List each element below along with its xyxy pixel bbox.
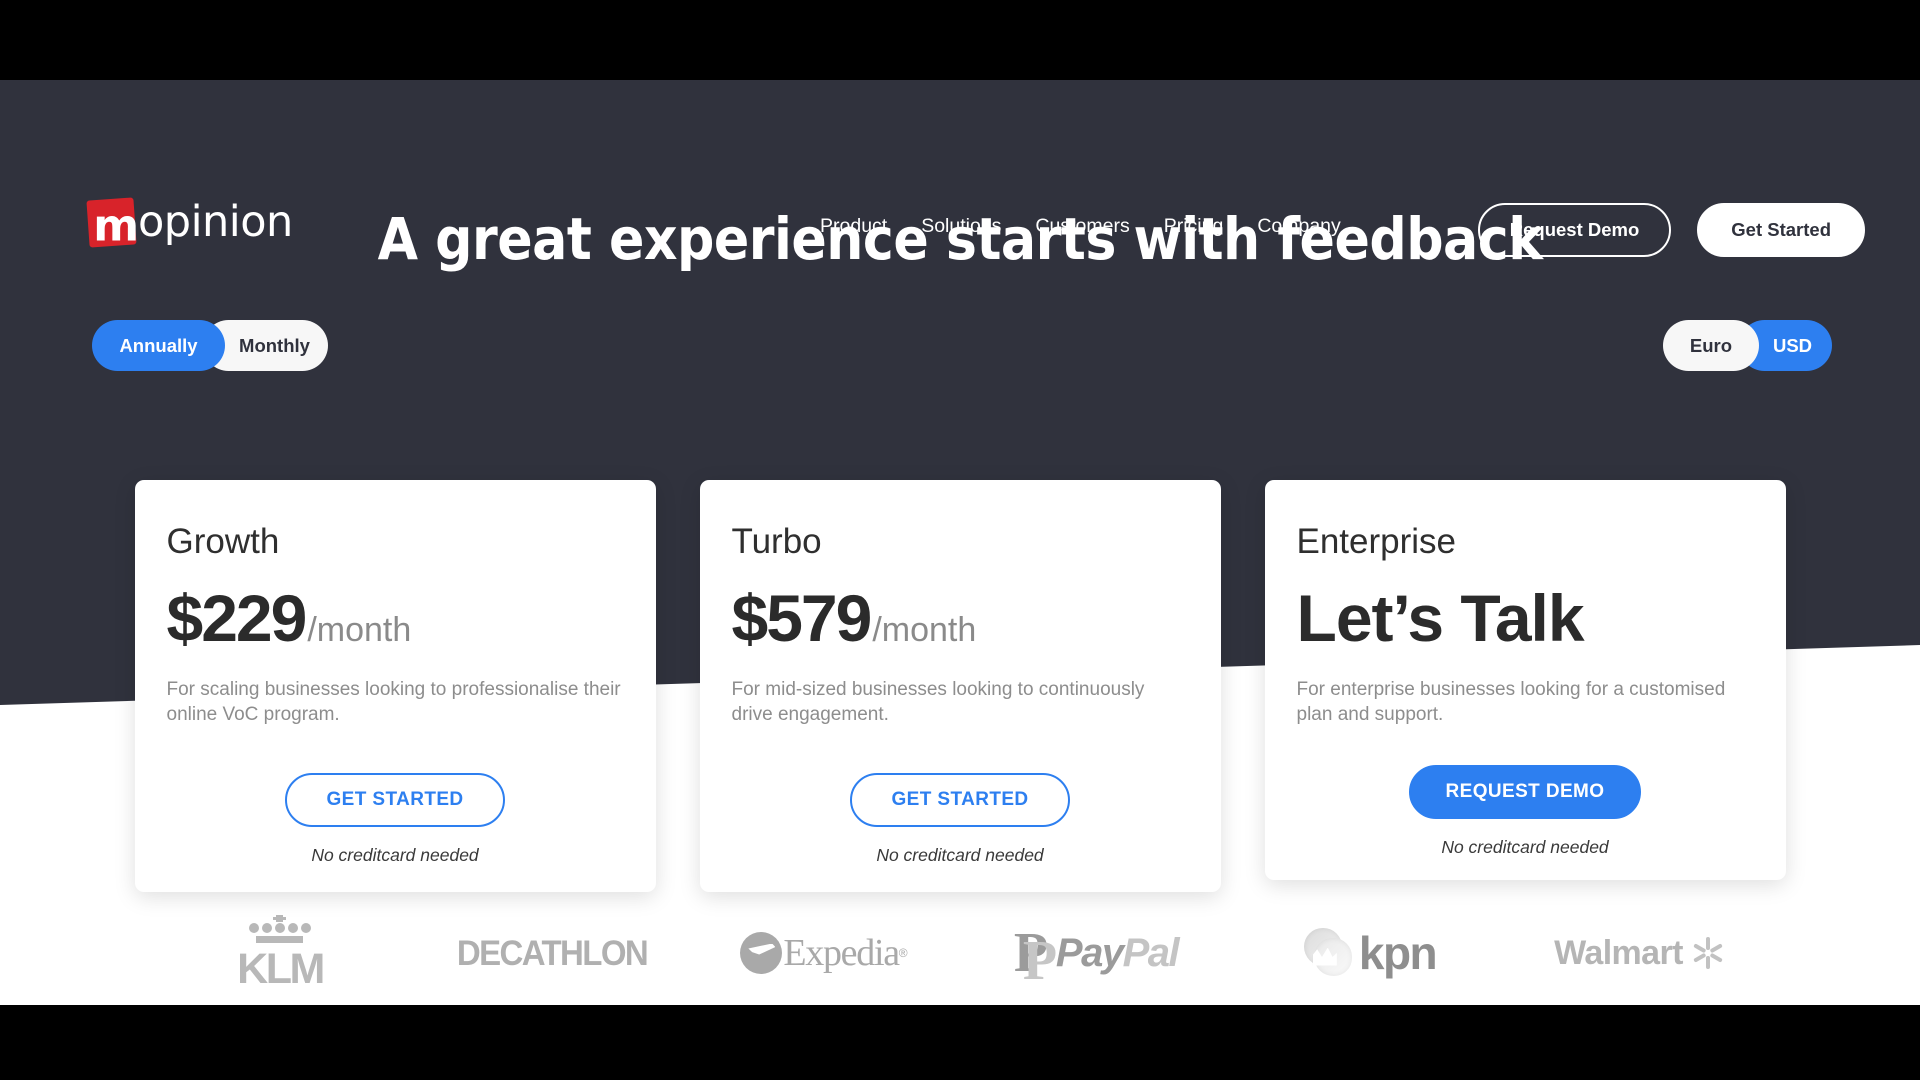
klm-logo-icon: KLM: [237, 914, 325, 993]
paypal-p-icon: PP: [1013, 921, 1058, 992]
walmart-logo-icon: Walmart: [1554, 935, 1726, 971]
client-logo-kpn: kpn: [1232, 926, 1504, 979]
kpn-logo-icon: kpn: [1300, 926, 1438, 979]
client-logo-klm: KLM: [144, 914, 416, 993]
pricing-card-growth: Growth $229 /month For scaling businesse…: [134, 480, 656, 892]
plan-cta-group: REQUEST DEMO No creditcard needed: [1297, 765, 1754, 880]
plan-price: Let’s Talk: [1297, 585, 1754, 651]
pricing-card-enterprise: Enterprise Let’s Talk For enterprise bus…: [1264, 480, 1786, 880]
billing-period-toggle: Annually Monthly: [92, 320, 328, 371]
plan-note: No creditcard needed: [876, 845, 1044, 865]
page-title: A great experience starts with feedback: [377, 205, 1543, 273]
plan-cta-group: GET STARTED No creditcard needed: [732, 773, 1189, 892]
client-logo-walmart: Walmart: [1504, 935, 1776, 971]
top-navigation: m opinion Product Solutions Customers Pr…: [0, 80, 1920, 257]
paypal-word-pay: Pay: [1055, 930, 1124, 975]
klm-crown-icon: [248, 914, 311, 943]
expedia-wordmark: Expedia: [783, 931, 900, 974]
billing-option-annually[interactable]: Annually: [92, 320, 225, 371]
walmart-spark-icon: [1690, 935, 1726, 971]
plan-price: $229 /month: [167, 585, 624, 651]
plan-title: Enterprise: [1296, 522, 1457, 561]
expedia-plane-icon: [740, 931, 783, 974]
walmart-wordmark: Walmart: [1554, 933, 1683, 972]
plan-cta-group: GET STARTED No creditcard needed: [167, 773, 624, 892]
plan-cta-button[interactable]: GET STARTED: [285, 773, 505, 827]
klm-dots-icon: [248, 922, 311, 933]
plan-note: No creditcard needed: [311, 845, 479, 865]
plan-description: For mid-sized businesses looking to cont…: [731, 679, 1145, 726]
pricing-card-turbo: Turbo $579 /month For mid-sized business…: [699, 480, 1221, 892]
plan-cta-button[interactable]: GET STARTED: [850, 773, 1070, 827]
plan-price-amount: Let’s Talk: [1296, 581, 1585, 655]
letterbox-top-bar: [0, 0, 1920, 80]
plan-cta-button[interactable]: REQUEST DEMO: [1408, 765, 1642, 819]
registered-trademark-icon: ®: [898, 945, 908, 960]
paypal-logo-icon: PP PayPal: [1013, 921, 1180, 992]
plan-price-amount: $229: [166, 581, 308, 655]
plan-description: For enterprise businesses looking for a …: [1296, 679, 1726, 726]
letterbox-bottom-bar: [0, 1005, 1920, 1080]
pricing-cards: Growth $229 /month For scaling businesse…: [0, 480, 1920, 892]
paypal-wordmark: PayPal: [1055, 930, 1180, 975]
plan-price: $579 /month: [732, 585, 1189, 651]
client-logo-paypal: PP PayPal: [960, 921, 1232, 992]
plan-price-period: /month: [872, 611, 977, 649]
client-logo-decathlon: DECATHLON: [416, 931, 688, 972]
klm-wordmark: KLM: [237, 944, 325, 993]
plan-price-amount: $579: [731, 581, 873, 655]
kpn-crown-icon: [1300, 927, 1354, 978]
plan-title: Growth: [166, 522, 280, 561]
plan-price-period: /month: [307, 611, 412, 649]
currency-option-euro[interactable]: Euro: [1663, 320, 1759, 371]
client-logo-expedia: Expedia ®: [688, 931, 960, 974]
klm-bar-icon: [256, 935, 304, 943]
page-root: m opinion Product Solutions Customers Pr…: [0, 0, 1920, 1080]
decathlon-wordmark: DECATHLON: [456, 931, 649, 972]
plan-note: No creditcard needed: [1441, 837, 1609, 857]
expedia-logo-icon: Expedia ®: [740, 931, 908, 974]
paypal-word-pal: Pal: [1122, 930, 1180, 975]
klm-cross-icon: [273, 914, 287, 922]
client-logo-strip: KLM DECATHLON Expedia ® PP PayPal kpn Wa…: [0, 900, 1920, 1005]
plan-description: For scaling businesses looking to profes…: [166, 679, 621, 726]
plan-title: Turbo: [731, 522, 822, 561]
kpn-wordmark: kpn: [1358, 926, 1438, 979]
currency-toggle: Euro USD: [1663, 320, 1832, 371]
